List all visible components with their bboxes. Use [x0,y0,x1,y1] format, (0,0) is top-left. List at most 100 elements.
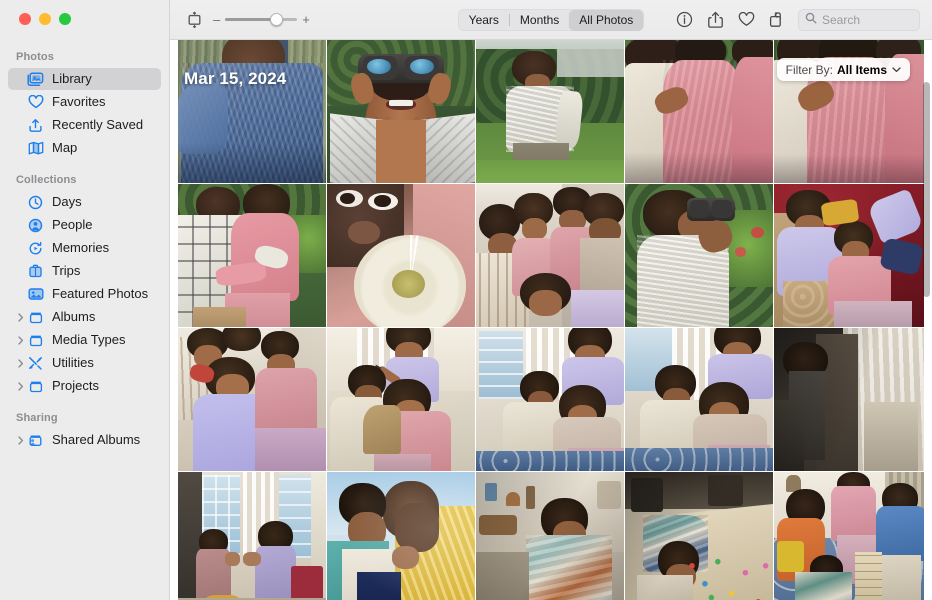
photo-thumbnail[interactable] [327,472,475,600]
photo-p2 [327,40,475,183]
sidebar-item-favorites[interactable]: Favorites [8,91,161,113]
main-area: – + Years Months All Photos Search Mar 1… [170,0,932,600]
clock-icon [26,194,45,210]
map-icon [26,140,45,156]
photos-window: Photos Library Favorites Recently Saved … [0,0,932,600]
shared-album-icon [26,432,45,448]
memories-icon [26,240,45,256]
sidebar-item-featured-photos[interactable]: Featured Photos [8,283,161,305]
photo-thumbnail[interactable] [774,184,924,327]
sidebar-item-label: Projects [52,378,99,393]
search-input[interactable] [822,12,913,27]
sidebar-item-media-types[interactable]: Media Types [8,329,161,351]
sidebar-item-people[interactable]: People [8,214,161,236]
photo-p4 [625,40,773,183]
tab-years[interactable]: Years [459,10,509,30]
sidebar-section-collections: Collections [16,174,77,186]
photo-p3 [476,40,624,183]
search-field[interactable] [798,8,920,31]
share-icon[interactable] [705,10,725,30]
photo-thumbnail[interactable] [476,184,624,327]
rotate-icon[interactable] [767,10,787,30]
tab-months[interactable]: Months [510,10,569,30]
chevron-down-icon[interactable] [892,66,901,73]
heart-icon [26,94,45,110]
sidebar-item-label: Featured Photos [52,286,149,301]
filter-label: Filter By: [785,62,833,77]
photo-thumbnail[interactable] [625,472,773,600]
photo-p12 [327,328,475,471]
sidebar-item-utilities[interactable]: Utilities [8,352,161,374]
sidebar-item-memories[interactable]: Memories [8,237,161,259]
filter-by-dropdown[interactable]: Filter By: All Items [776,58,910,81]
search-icon [805,11,817,29]
photo-thumbnail[interactable] [178,472,326,600]
sidebar-item-label: Utilities [52,355,94,370]
photo-thumbnail[interactable] [178,184,326,327]
sidebar-item-trips[interactable]: Trips [8,260,161,282]
photo-grid-scroll[interactable]: Mar 15, 2024 Filter By: All Items [170,40,932,600]
chevron-right-icon[interactable] [16,381,25,391]
photo-thumbnail[interactable] [476,40,624,183]
sidebar-item-days[interactable]: Days [8,191,161,213]
photo-p10 [774,184,924,327]
photo-p16 [178,472,326,600]
photo-thumbnail[interactable] [625,184,773,327]
photo-thumbnail[interactable] [476,328,624,471]
sidebar-item-shared-albums[interactable]: Shared Albums [8,429,161,451]
person-icon [26,217,45,233]
photo-thumbnail[interactable] [774,472,924,600]
scrollbar-thumb[interactable] [923,82,930,297]
photo-p11 [178,328,326,471]
photo-thumbnail[interactable] [625,328,773,471]
chevron-right-icon[interactable] [16,312,25,322]
view-mode-segmented-control[interactable]: Years Months All Photos [457,8,645,31]
maximize-button[interactable] [59,13,71,25]
photo-thumbnail[interactable] [327,184,475,327]
sidebar-item-label: Memories [52,240,110,255]
photo-thumbnail[interactable] [178,328,326,471]
sidebar-item-recently-saved[interactable]: Recently Saved [8,114,161,136]
sidebar-item-label: Albums [52,309,96,324]
utilities-icon [26,355,45,371]
minimize-button[interactable] [39,13,51,25]
photo-thumbnail[interactable] [625,40,773,183]
sidebar-item-projects[interactable]: Projects [8,375,161,397]
photo-thumbnail[interactable] [327,40,475,183]
photo-p7 [327,184,475,327]
sidebar-list: Photos Library Favorites Recently Saved … [0,0,169,451]
photo-p17 [327,472,475,600]
photo-p19 [625,472,773,600]
photo-thumbnail[interactable] [476,472,624,600]
chevron-right-icon[interactable] [16,335,25,345]
sidebar-item-label: Shared Albums [52,432,141,447]
sidebar-item-label: Map [52,140,78,155]
sidebar-item-label: Favorites [52,94,106,109]
sidebar-item-albums[interactable]: Albums [8,306,161,328]
trips-icon [26,263,45,279]
sidebar-item-map[interactable]: Map [8,137,161,159]
photo-p6 [178,184,326,327]
sidebar-item-library[interactable]: Library [8,68,161,90]
vertical-scrollbar[interactable] [923,82,930,596]
album-icon [26,309,45,325]
chevron-right-icon[interactable] [16,435,25,445]
sidebar: Photos Library Favorites Recently Saved … [0,0,170,600]
sidebar-item-label: Trips [52,263,81,278]
photo-p1 [178,40,326,183]
tab-all-photos[interactable]: All Photos [569,9,644,30]
photo-p13 [476,328,624,471]
photo-thumbnail[interactable] [178,40,326,183]
toolbar-right [674,8,920,31]
photo-p20 [774,472,924,600]
info-icon[interactable] [674,10,694,30]
chevron-right-icon[interactable] [16,358,25,368]
photo-p14 [625,328,773,471]
photo-thumbnail[interactable] [774,328,924,471]
sidebar-section-photos: Photos [16,51,54,63]
album-icon [26,378,45,394]
close-button[interactable] [19,13,31,25]
sidebar-item-label: Recently Saved [52,117,144,132]
favorite-heart-icon[interactable] [736,10,756,30]
photo-thumbnail[interactable] [327,328,475,471]
